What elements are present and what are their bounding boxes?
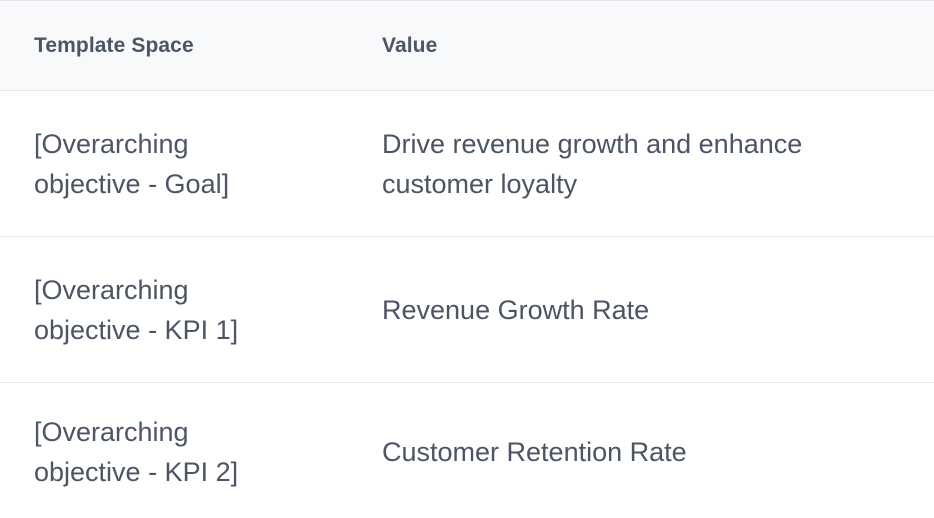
table-row: [Overarching objective - KPI 1] Revenue … [0, 237, 934, 383]
template-cell: [Overarching objective - KPI 1] [34, 274, 239, 345]
table-row: [Overarching objective - Goal] Drive rev… [0, 91, 934, 237]
table-row: [Overarching objective - KPI 2] Customer… [0, 383, 934, 518]
template-cell: [Overarching objective - Goal] [34, 128, 230, 199]
value-cell: Drive revenue growth and enhance custome… [382, 128, 803, 199]
template-cell: [Overarching objective - KPI 2] [34, 416, 239, 487]
table-header: Template Space Value [0, 0, 934, 91]
value-cell: Customer Retention Rate [382, 436, 687, 467]
column-header-value: Value [382, 33, 438, 57]
value-cell: Revenue Growth Rate [382, 294, 650, 325]
column-header-template-space: Template Space [34, 33, 194, 57]
objectives-table: Template Space Value [Overarching object… [0, 0, 934, 518]
